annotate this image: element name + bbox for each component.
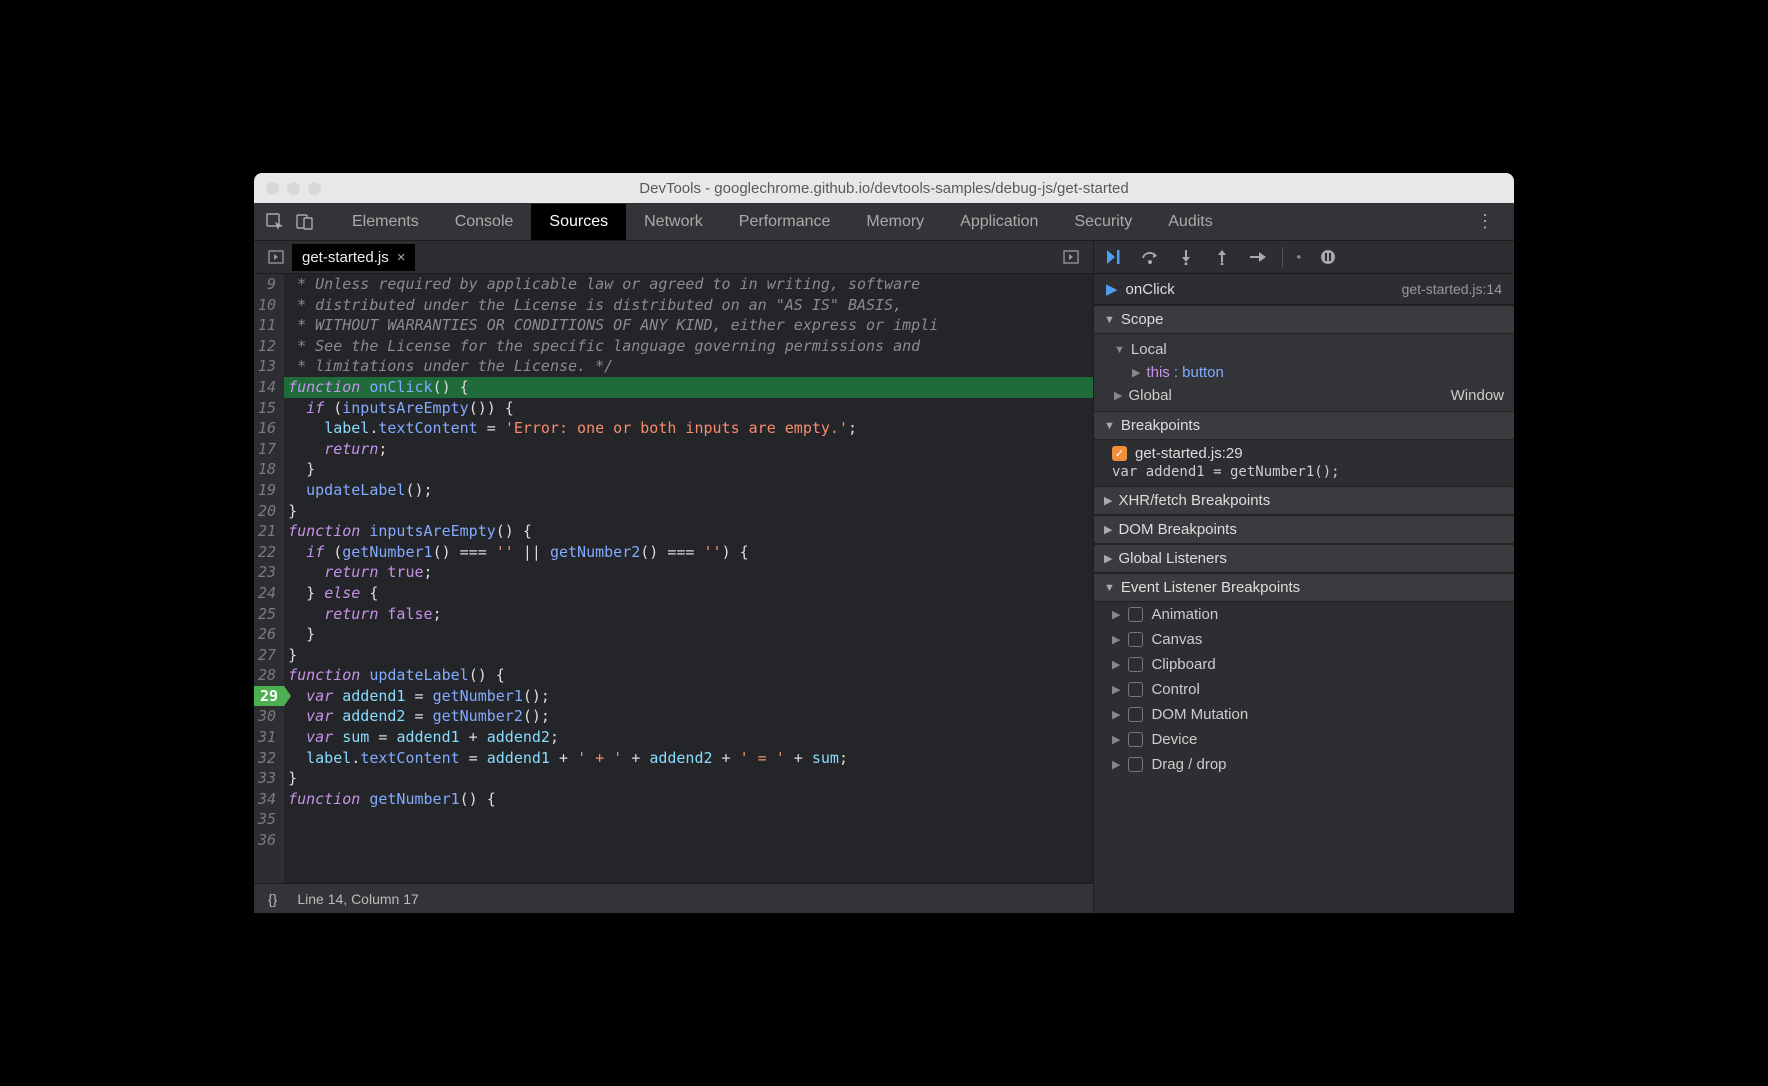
code-area[interactable]: 9101112131415161718192021222324252627282… xyxy=(254,274,1093,883)
editor-pane: get-started.js × 91011121314151617181920… xyxy=(254,241,1094,913)
tab-audits[interactable]: Audits xyxy=(1150,204,1230,240)
breakpoint-code: var addend1 = getNumber1(); xyxy=(1094,464,1514,486)
pretty-print-icon[interactable]: {} xyxy=(268,891,277,907)
navigator-toggle-icon[interactable] xyxy=(264,245,288,269)
device-toggle-icon[interactable] xyxy=(294,211,316,233)
chevron-right-icon: ▶ xyxy=(1112,633,1120,646)
tab-application[interactable]: Application xyxy=(942,204,1056,240)
event-category[interactable]: ▶Clipboard xyxy=(1094,652,1514,677)
devtools-window: DevTools - googlechrome.github.io/devtoo… xyxy=(254,173,1514,913)
dom-breakpoints-header[interactable]: ▶DOM Breakpoints xyxy=(1094,515,1514,544)
checkbox-icon[interactable] xyxy=(1128,682,1143,697)
zoom-button[interactable] xyxy=(308,182,321,195)
tab-sources[interactable]: Sources xyxy=(531,204,626,240)
chevron-down-icon: ▼ xyxy=(1114,344,1125,356)
chevron-down-icon: ▼ xyxy=(1104,314,1115,326)
tab-performance[interactable]: Performance xyxy=(721,204,849,240)
pause-exceptions-icon[interactable] xyxy=(1318,247,1338,267)
window-title: DevTools - googlechrome.github.io/devtoo… xyxy=(254,180,1514,197)
panel-tabs-bar: ElementsConsoleSourcesNetworkPerformance… xyxy=(254,203,1514,241)
more-icon[interactable]: ⋮ xyxy=(1468,211,1504,232)
checkbox-checked-icon[interactable]: ✓ xyxy=(1112,446,1127,461)
step-into-icon[interactable] xyxy=(1176,247,1196,267)
checkbox-icon[interactable] xyxy=(1128,757,1143,772)
debugger-pane: ▶ onClick get-started.js:14 ▼Scope ▼Loca… xyxy=(1094,241,1514,913)
event-category[interactable]: ▶Drag / drop xyxy=(1094,752,1514,777)
status-bar: {} Line 14, Column 17 xyxy=(254,883,1093,913)
resume-icon[interactable] xyxy=(1104,247,1124,267)
checkbox-icon[interactable] xyxy=(1128,707,1143,722)
chevron-down-icon: ▼ xyxy=(1104,582,1115,594)
breakpoint-item[interactable]: ✓get-started.js:29 xyxy=(1094,440,1514,464)
code-content[interactable]: * Unless required by applicable law or a… xyxy=(284,274,1093,883)
event-category[interactable]: ▶Animation xyxy=(1094,602,1514,627)
event-category[interactable]: ▶DOM Mutation xyxy=(1094,702,1514,727)
inspect-icon[interactable] xyxy=(264,211,286,233)
scope-global[interactable]: ▶GlobalWindow xyxy=(1094,384,1514,407)
scope-local[interactable]: ▼Local xyxy=(1094,338,1514,361)
close-button[interactable] xyxy=(266,182,279,195)
global-listeners-header[interactable]: ▶Global Listeners xyxy=(1094,544,1514,573)
traffic-lights xyxy=(266,182,321,195)
event-category[interactable]: ▶Control xyxy=(1094,677,1514,702)
main-area: get-started.js × 91011121314151617181920… xyxy=(254,241,1514,913)
editor-tabs-bar: get-started.js × xyxy=(254,241,1093,274)
file-tab-label: get-started.js xyxy=(302,249,389,266)
deactivate-breakpoints-icon[interactable] xyxy=(1282,247,1302,267)
tab-console[interactable]: Console xyxy=(437,204,532,240)
event-category[interactable]: ▶Canvas xyxy=(1094,627,1514,652)
chevron-right-icon: ▶ xyxy=(1104,552,1112,565)
chevron-right-icon: ▶ xyxy=(1112,733,1120,746)
event-categories: ▶Animation▶Canvas▶Clipboard▶Control▶DOM … xyxy=(1094,602,1514,777)
tab-network[interactable]: Network xyxy=(626,204,721,240)
step-icon[interactable] xyxy=(1248,247,1268,267)
checkbox-icon[interactable] xyxy=(1128,657,1143,672)
chevron-right-icon: ▶ xyxy=(1132,366,1140,379)
titlebar: DevTools - googlechrome.github.io/devtoo… xyxy=(254,173,1514,203)
chevron-down-icon: ▼ xyxy=(1104,420,1115,432)
chevron-right-icon: ▶ xyxy=(1112,608,1120,621)
chevron-right-icon: ▶ xyxy=(1112,708,1120,721)
chevron-right-icon: ▶ xyxy=(1104,523,1112,536)
chevron-right-icon: ▶ xyxy=(1114,389,1122,402)
minimize-button[interactable] xyxy=(287,182,300,195)
checkbox-icon[interactable] xyxy=(1128,732,1143,747)
file-tab[interactable]: get-started.js × xyxy=(292,244,415,271)
event-listener-breakpoints-header[interactable]: ▼Event Listener Breakpoints xyxy=(1094,573,1514,602)
breakpoints-body: ✓get-started.js:29 var addend1 = getNumb… xyxy=(1094,440,1514,486)
checkbox-icon[interactable] xyxy=(1128,607,1143,622)
debugger-toggle-icon[interactable] xyxy=(1059,245,1083,269)
step-over-icon[interactable] xyxy=(1140,247,1160,267)
xhr-breakpoints-header[interactable]: ▶XHR/fetch Breakpoints xyxy=(1094,486,1514,515)
scope-header[interactable]: ▼Scope xyxy=(1094,305,1514,334)
chevron-right-icon: ▶ xyxy=(1112,658,1120,671)
checkbox-icon[interactable] xyxy=(1128,632,1143,647)
tab-memory[interactable]: Memory xyxy=(848,204,942,240)
breakpoints-header[interactable]: ▼Breakpoints xyxy=(1094,411,1514,440)
close-icon[interactable]: × xyxy=(397,249,406,266)
call-stack-function: onClick xyxy=(1126,281,1175,298)
step-out-icon[interactable] xyxy=(1212,247,1232,267)
event-category[interactable]: ▶Device xyxy=(1094,727,1514,752)
panel-tabs: ElementsConsoleSourcesNetworkPerformance… xyxy=(334,204,1231,240)
scope-this[interactable]: ▶this: button xyxy=(1094,361,1514,384)
scope-body: ▼Local ▶this: button ▶GlobalWindow xyxy=(1094,334,1514,411)
call-stack-location: get-started.js:14 xyxy=(1402,281,1502,297)
tab-security[interactable]: Security xyxy=(1056,204,1150,240)
debugger-toolbar xyxy=(1094,241,1514,274)
cursor-position: Line 14, Column 17 xyxy=(297,891,418,907)
tab-elements[interactable]: Elements xyxy=(334,204,437,240)
chevron-right-icon: ▶ xyxy=(1112,758,1120,771)
gutter[interactable]: 9101112131415161718192021222324252627282… xyxy=(254,274,284,883)
current-frame-icon: ▶ xyxy=(1106,280,1118,298)
call-stack-frame[interactable]: ▶ onClick get-started.js:14 xyxy=(1094,274,1514,305)
chevron-right-icon: ▶ xyxy=(1112,683,1120,696)
chevron-right-icon: ▶ xyxy=(1104,494,1112,507)
